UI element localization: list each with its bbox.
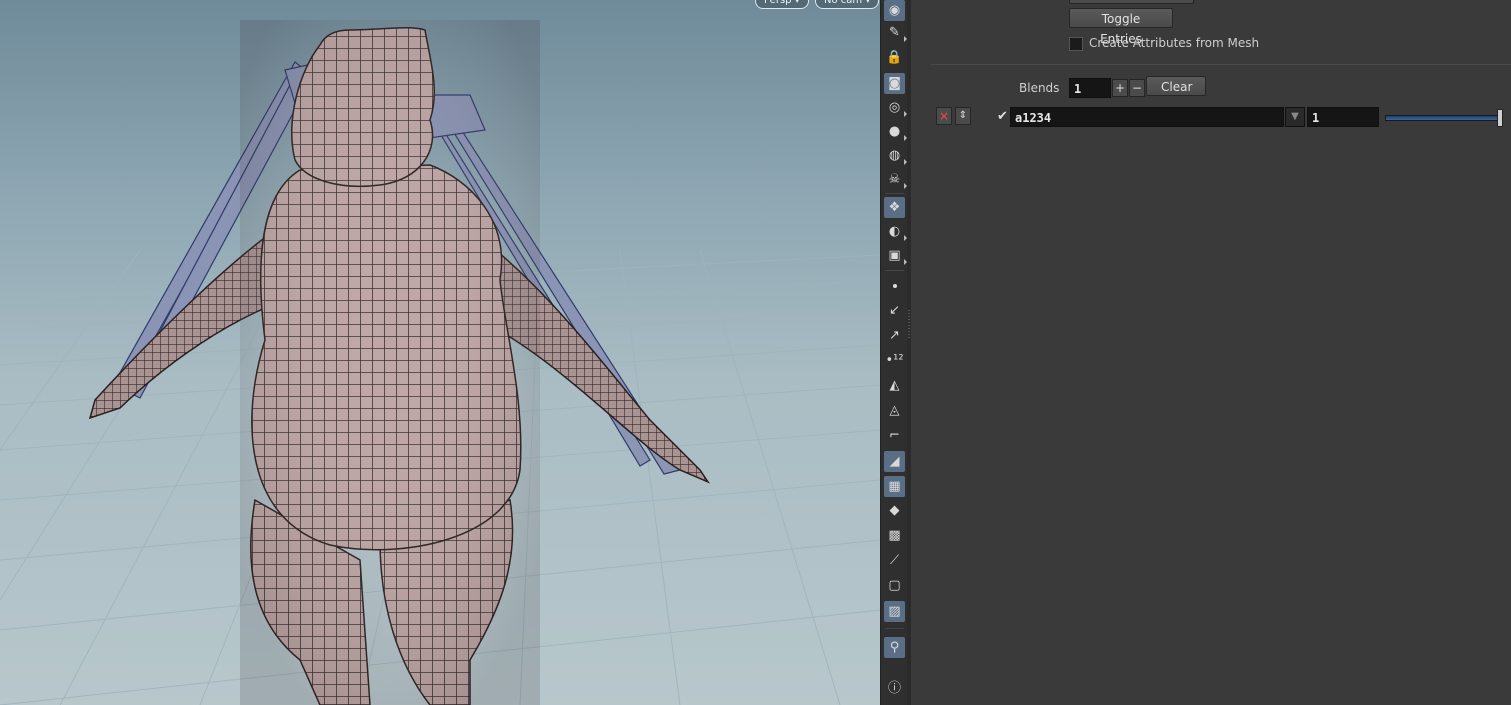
move-entry-button[interactable]: ⇕ (955, 107, 971, 125)
shading-sphere-icon[interactable]: ◎ (884, 97, 907, 118)
uv-display-icon[interactable]: ▩ (884, 525, 905, 546)
lock-camera-icon[interactable]: 🔒 (884, 47, 905, 68)
texture-display-icon[interactable]: ▦ (884, 476, 905, 497)
clipped-button[interactable] (1069, 0, 1194, 4)
display-mode-icon[interactable]: ❖ (884, 197, 905, 218)
vector-display-icon[interactable]: ↗ (884, 325, 905, 346)
parameter-panel: Toggle Entries Create Attributes from Me… (911, 0, 1511, 705)
point-display-icon[interactable] (884, 275, 905, 296)
background-image-icon[interactable]: ▨ (884, 601, 905, 622)
blends-label: Blends (1019, 81, 1060, 95)
blend-weight-field[interactable]: 1 (1307, 107, 1379, 127)
blend-shape-name-field[interactable]: a1234 (1010, 107, 1284, 127)
point-numbers-icon[interactable]: •¹² (884, 350, 905, 371)
info-icon[interactable]: ⓘ (884, 678, 905, 699)
blend-weight-slider-handle[interactable] (1497, 109, 1503, 127)
location-pin-icon[interactable]: ⚲ (884, 637, 905, 658)
prim-numbers-icon[interactable]: ◬ (884, 400, 905, 421)
scene-view (0, 20, 880, 705)
skull-icon[interactable]: ☠ (884, 169, 907, 190)
blend-weight-slider[interactable] (1385, 115, 1503, 121)
remove-blend-button[interactable]: − (1129, 79, 1145, 97)
template-geometry-icon[interactable]: ◢ (884, 451, 905, 472)
blends-count-field[interactable]: 1 (1069, 78, 1111, 98)
handle-display-icon[interactable]: ⟋ (884, 550, 905, 571)
toggle-entries-button[interactable]: Toggle Entries (1069, 8, 1173, 46)
safe-area-icon[interactable]: ▢ (884, 575, 905, 596)
normal-display-icon[interactable]: ↙ (884, 300, 905, 321)
chevron-down-icon[interactable]: ▼ (1285, 107, 1305, 127)
light-bulb-icon[interactable]: ● (884, 121, 907, 142)
viewport-toolbar: ◉ ✎ 🔒 ◙ ◎ ● ◍ ☠ ❖ ◐ ▣ ↙ ↗ •¹² ◭ ◬ ⌐ ◢ ▦ … (880, 0, 909, 705)
remove-entry-button[interactable]: × (936, 107, 952, 125)
entry-enable-checkbox[interactable]: ✔ (997, 110, 1010, 123)
camera-settings-icon[interactable]: ▣ (884, 245, 907, 266)
add-blend-button[interactable]: + (1112, 79, 1128, 97)
3d-viewport[interactable]: Persp ▾ No cam ▾ (0, 0, 880, 705)
camera-menu[interactable]: Persp ▾ (755, 0, 809, 9)
visibility-eye-icon[interactable]: ◐ (884, 221, 907, 242)
create-attributes-checkbox[interactable] (1069, 37, 1083, 51)
headlight-icon[interactable]: ◍ (884, 145, 907, 166)
display-options-icon[interactable]: ◉ (884, 0, 905, 21)
create-attributes-label: Create Attributes from Mesh (1089, 36, 1260, 50)
camera-select[interactable]: No cam ▾ (815, 0, 880, 9)
profile-curve-icon[interactable]: ⌐ (884, 425, 905, 446)
prim-normals-icon[interactable]: ◭ (884, 375, 905, 396)
section-divider (931, 64, 1511, 65)
selection-brush-icon[interactable]: ✎ (884, 22, 907, 43)
clear-button[interactable]: Clear (1146, 76, 1206, 96)
show-ghost-icon[interactable]: ◙ (884, 73, 905, 94)
diamond-icon[interactable]: ◆ (884, 500, 905, 521)
character-mesh (88, 20, 711, 705)
